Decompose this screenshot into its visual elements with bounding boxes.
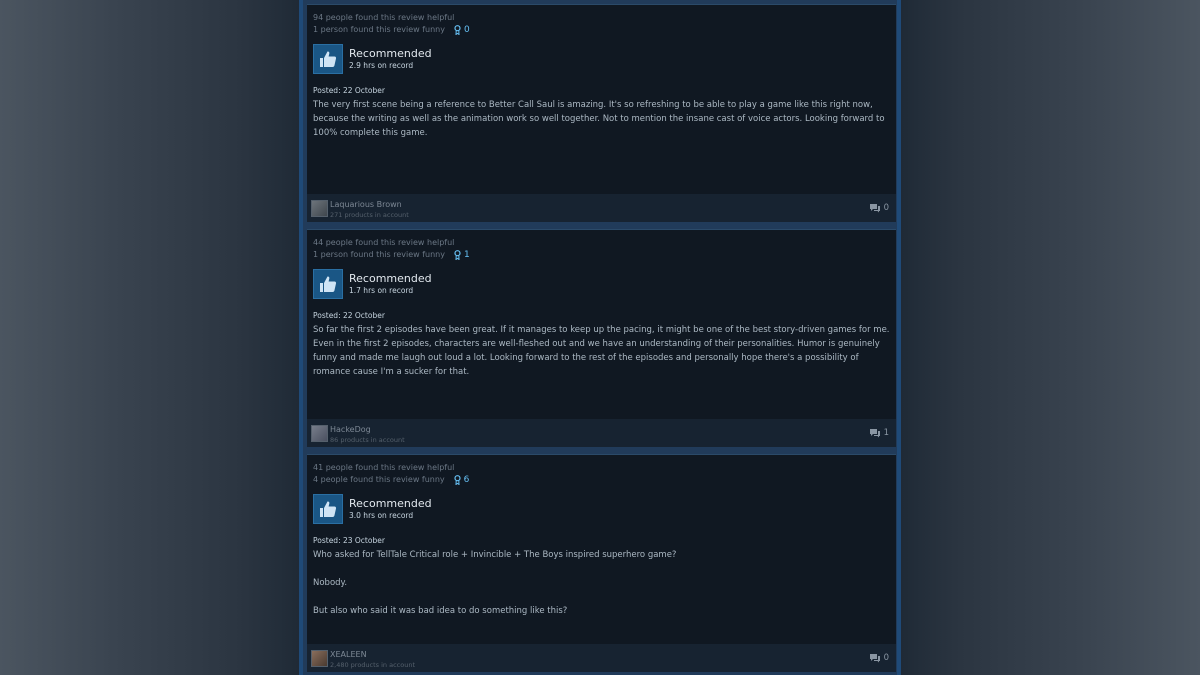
review-footer: HackeDog 86 products in account 1 <box>307 419 896 447</box>
award-icon <box>454 475 461 485</box>
comment-count: 0 <box>883 203 889 213</box>
hours-on-record: 3.0 hrs on record <box>349 511 414 520</box>
posted-date: Posted: 22 October <box>313 311 385 320</box>
review-stats: 41 people found this review helpful 4 pe… <box>313 462 469 486</box>
posted-date: Posted: 22 October <box>313 86 385 95</box>
products-in-account: 2,480 products in account <box>330 661 416 669</box>
helpful-count: 44 people found this review helpful <box>313 238 455 247</box>
posted-date: Posted: 23 October <box>313 536 385 545</box>
vote-header[interactable]: Recommended 2.9 hrs on record <box>313 44 432 74</box>
comment-icon <box>869 429 880 438</box>
review-footer: Laquarious Brown 271 products in account… <box>307 194 896 222</box>
products-in-account: 271 products in account <box>330 211 409 219</box>
review-footer: XEALEEN 2,480 products in account 0 <box>307 644 896 672</box>
author-name[interactable]: XEALEEN <box>330 650 367 660</box>
hours-on-record: 1.7 hrs on record <box>349 286 414 295</box>
thumbs-up-icon <box>313 494 343 524</box>
review-paragraph: Nobody. <box>313 578 348 588</box>
review-stats: 44 people found this review helpful 1 pe… <box>313 237 470 261</box>
vote-header[interactable]: Recommended 3.0 hrs on record <box>313 494 432 524</box>
review-paragraph: Who asked for TellTale Critical role + I… <box>313 550 677 560</box>
comments-button[interactable]: 0 <box>869 203 889 213</box>
avatar[interactable] <box>311 425 328 442</box>
author-name[interactable]: HackeDog <box>330 425 371 435</box>
review-body: So far the first 2 episodes have been gr… <box>313 323 891 393</box>
funny-count: 1 person found this review funny <box>313 250 445 259</box>
author-name[interactable]: Laquarious Brown <box>330 200 402 210</box>
verdict-title: Recommended <box>349 272 432 285</box>
comments-button[interactable]: 1 <box>869 428 889 438</box>
products-in-account: 86 products in account <box>330 436 405 444</box>
hours-on-record: 2.9 hrs on record <box>349 61 414 70</box>
comments-button[interactable]: 0 <box>869 653 889 663</box>
comment-count: 0 <box>883 653 889 663</box>
thumbs-up-icon <box>313 44 343 74</box>
review-card: 41 people found this review helpful 4 pe… <box>307 454 896 672</box>
award-count: 6 <box>463 475 470 485</box>
review-card: 94 people found this review helpful 1 pe… <box>307 4 896 222</box>
review-paragraph: The very first scene being a reference t… <box>313 100 885 138</box>
award-count: 1 <box>463 250 470 260</box>
funny-count: 4 people found this review funny <box>313 475 445 484</box>
review-body: The very first scene being a reference t… <box>313 98 891 154</box>
helpful-count: 41 people found this review helpful <box>313 463 455 472</box>
award-icon <box>454 250 461 260</box>
comment-count: 1 <box>883 428 889 438</box>
review-paragraph: But also who said it was bad idea to do … <box>313 606 568 616</box>
funny-count: 1 person found this review funny <box>313 25 445 34</box>
award-icon <box>454 25 461 35</box>
verdict-title: Recommended <box>349 497 432 510</box>
award-button[interactable]: 1 <box>454 249 470 261</box>
avatar[interactable] <box>311 650 328 667</box>
comment-icon <box>869 654 880 663</box>
helpful-count: 94 people found this review helpful <box>313 13 455 22</box>
avatar[interactable] <box>311 200 328 217</box>
review-body: Who asked for TellTale Critical role + I… <box>313 548 891 632</box>
vote-header[interactable]: Recommended 1.7 hrs on record <box>313 269 432 299</box>
award-button[interactable]: 0 <box>454 24 470 36</box>
review-paragraph: So far the first 2 episodes have been gr… <box>313 325 890 377</box>
comment-icon <box>869 204 880 213</box>
review-stats: 94 people found this review helpful 1 pe… <box>313 12 470 36</box>
thumbs-up-icon <box>313 269 343 299</box>
award-count: 0 <box>463 25 470 35</box>
review-card: 44 people found this review helpful 1 pe… <box>307 229 896 447</box>
award-button[interactable]: 6 <box>454 474 470 486</box>
verdict-title: Recommended <box>349 47 432 60</box>
